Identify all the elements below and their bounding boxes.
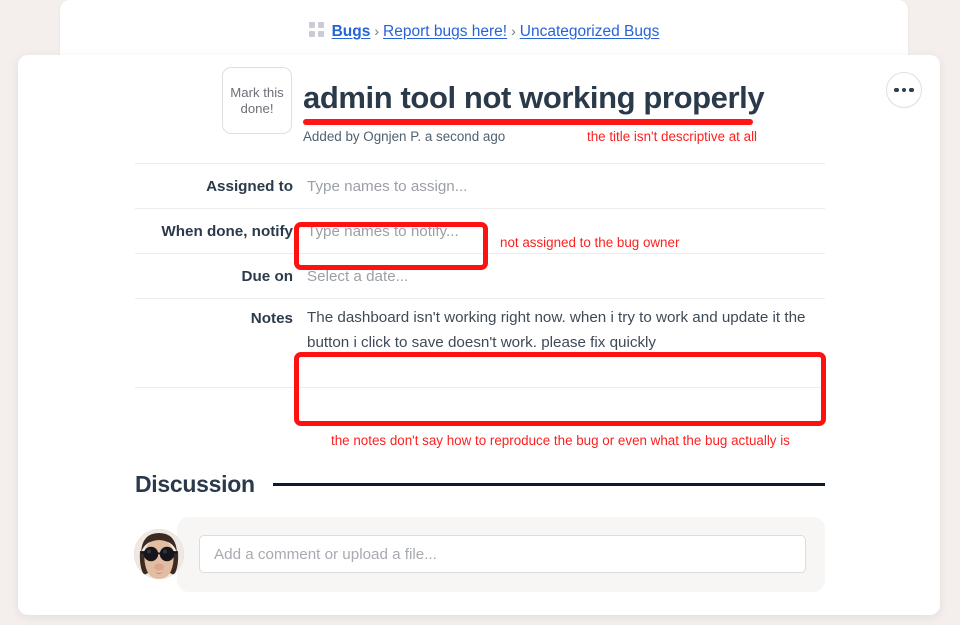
discussion-header: Discussion	[135, 471, 825, 498]
avatar	[134, 529, 184, 579]
breadcrumb-item-bugs[interactable]: Bugs	[332, 23, 371, 40]
discussion-title: Discussion	[135, 471, 255, 497]
field-row-when-done-notify: When done, notify Type names to notify..…	[135, 208, 825, 253]
task-meta: Added by Ognjen P. a second ago	[303, 129, 506, 144]
mark-done-button[interactable]: Mark this done!	[222, 67, 292, 134]
app-stage: Bugs › Report bugs here! › Uncategorized Bug…	[0, 0, 960, 625]
title-annotation-underline	[303, 119, 753, 125]
grid-icon	[308, 22, 325, 38]
field-row-due-on: Due on Select a date...	[135, 253, 825, 298]
breadcrumb-item-uncategorized-bugs[interactable]: Uncategorized Bugs	[520, 23, 660, 40]
annotation-assigned-note: not assigned to the bug owner	[500, 235, 680, 250]
more-dot-3	[909, 87, 914, 93]
breadcrumb-separator-2: ›	[511, 23, 516, 39]
annotation-title-note: the title isn't descriptive at all	[587, 129, 758, 144]
avatar-photo	[134, 529, 184, 579]
more-dot-2	[901, 87, 907, 93]
comment-input[interactable]: Add a comment or upload a file...	[199, 535, 806, 573]
breadcrumb-separator-1: ›	[374, 23, 380, 39]
field-label-due-on: Due on	[241, 267, 293, 285]
page-title: admin tool not working properly	[303, 80, 765, 115]
annotation-notes-note: the notes don't say how to reproduce the…	[331, 433, 790, 448]
task-fields: Assigned to Type names to assign... When…	[135, 163, 825, 388]
breadcrumb: Bugs › Report bugs here! › Uncategorized Bug…	[60, 22, 908, 40]
field-label-notes: Notes	[250, 310, 293, 327]
field-row-notes: Notes The dashboard isn't working right …	[135, 298, 825, 388]
notes-text[interactable]: The dashboard isn't working right now. w…	[307, 299, 822, 355]
field-label-assigned-to: Assigned to	[206, 177, 293, 195]
more-options-icon[interactable]	[886, 72, 922, 108]
field-label-when-done-notify: When done, notify	[161, 222, 293, 240]
due-on-input[interactable]: Select a date...	[307, 268, 825, 285]
breadcrumb-item-report-bugs-here[interactable]: Report bugs here!	[383, 23, 507, 40]
discussion-divider	[272, 483, 825, 486]
more-dot-1	[894, 87, 899, 93]
field-row-assigned-to: Assigned to Type names to assign...	[135, 163, 825, 208]
assigned-to-input[interactable]: Type names to assign...	[307, 178, 825, 195]
